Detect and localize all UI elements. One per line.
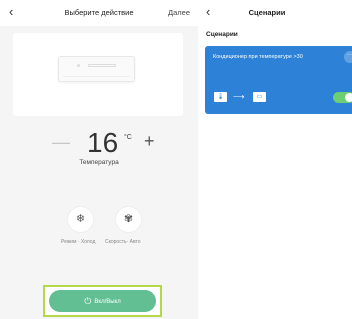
temperature-control: — 16 °C + Температура [0,127,198,170]
temperature-value: 16 [87,127,119,158]
next-button[interactable]: Далее [168,8,190,17]
power-button[interactable]: ⏻ Вкл/Выкл [49,290,156,312]
decrease-temperature-button[interactable]: — [52,132,70,152]
snowflake-icon[interactable]: ❄ [68,207,93,232]
air-conditioner-icon [58,56,135,82]
power-icon: ⏻ [84,296,92,306]
toggle-knob [345,93,352,102]
more-icon[interactable]: ··· [344,51,352,63]
top-bar: ‹ Выберите действие Далее [0,0,198,26]
scenes-screen: ‹ Сценарии Сценарии Кондиционер при темп… [198,0,352,319]
scene-name: Кондиционер при температуре >30 [213,54,303,60]
increase-temperature-button[interactable]: + [144,131,155,151]
scene-toggle[interactable] [333,92,352,103]
page-title: Сценарии [248,8,286,17]
air-conditioner-icon: ▭ [253,92,266,102]
fan-icon[interactable]: ✾ [116,207,141,232]
speed-label: Скорость· Авто [105,239,141,245]
power-button-label: Вкл/Выкл [94,299,121,305]
temperature-unit: °C [124,134,132,141]
temperature-label: Температура [79,159,119,166]
air-conditioner-preview [13,33,183,116]
arrow-icon: ⟶ [233,92,245,101]
top-bar: ‹ Сценарии [198,0,352,26]
action-select-screen: ‹ Выберите действие Далее — 16 °C + Темп… [0,0,198,319]
section-title: Сценарии [206,31,238,38]
mode-label: Режим · Холод [61,239,96,245]
scene-card[interactable]: Кондиционер при температуре >30 ··· 🌡 ⟶ … [205,46,352,114]
power-button-highlight: ⏻ Вкл/Выкл [43,285,162,317]
thermometer-icon: 🌡 [214,92,227,102]
